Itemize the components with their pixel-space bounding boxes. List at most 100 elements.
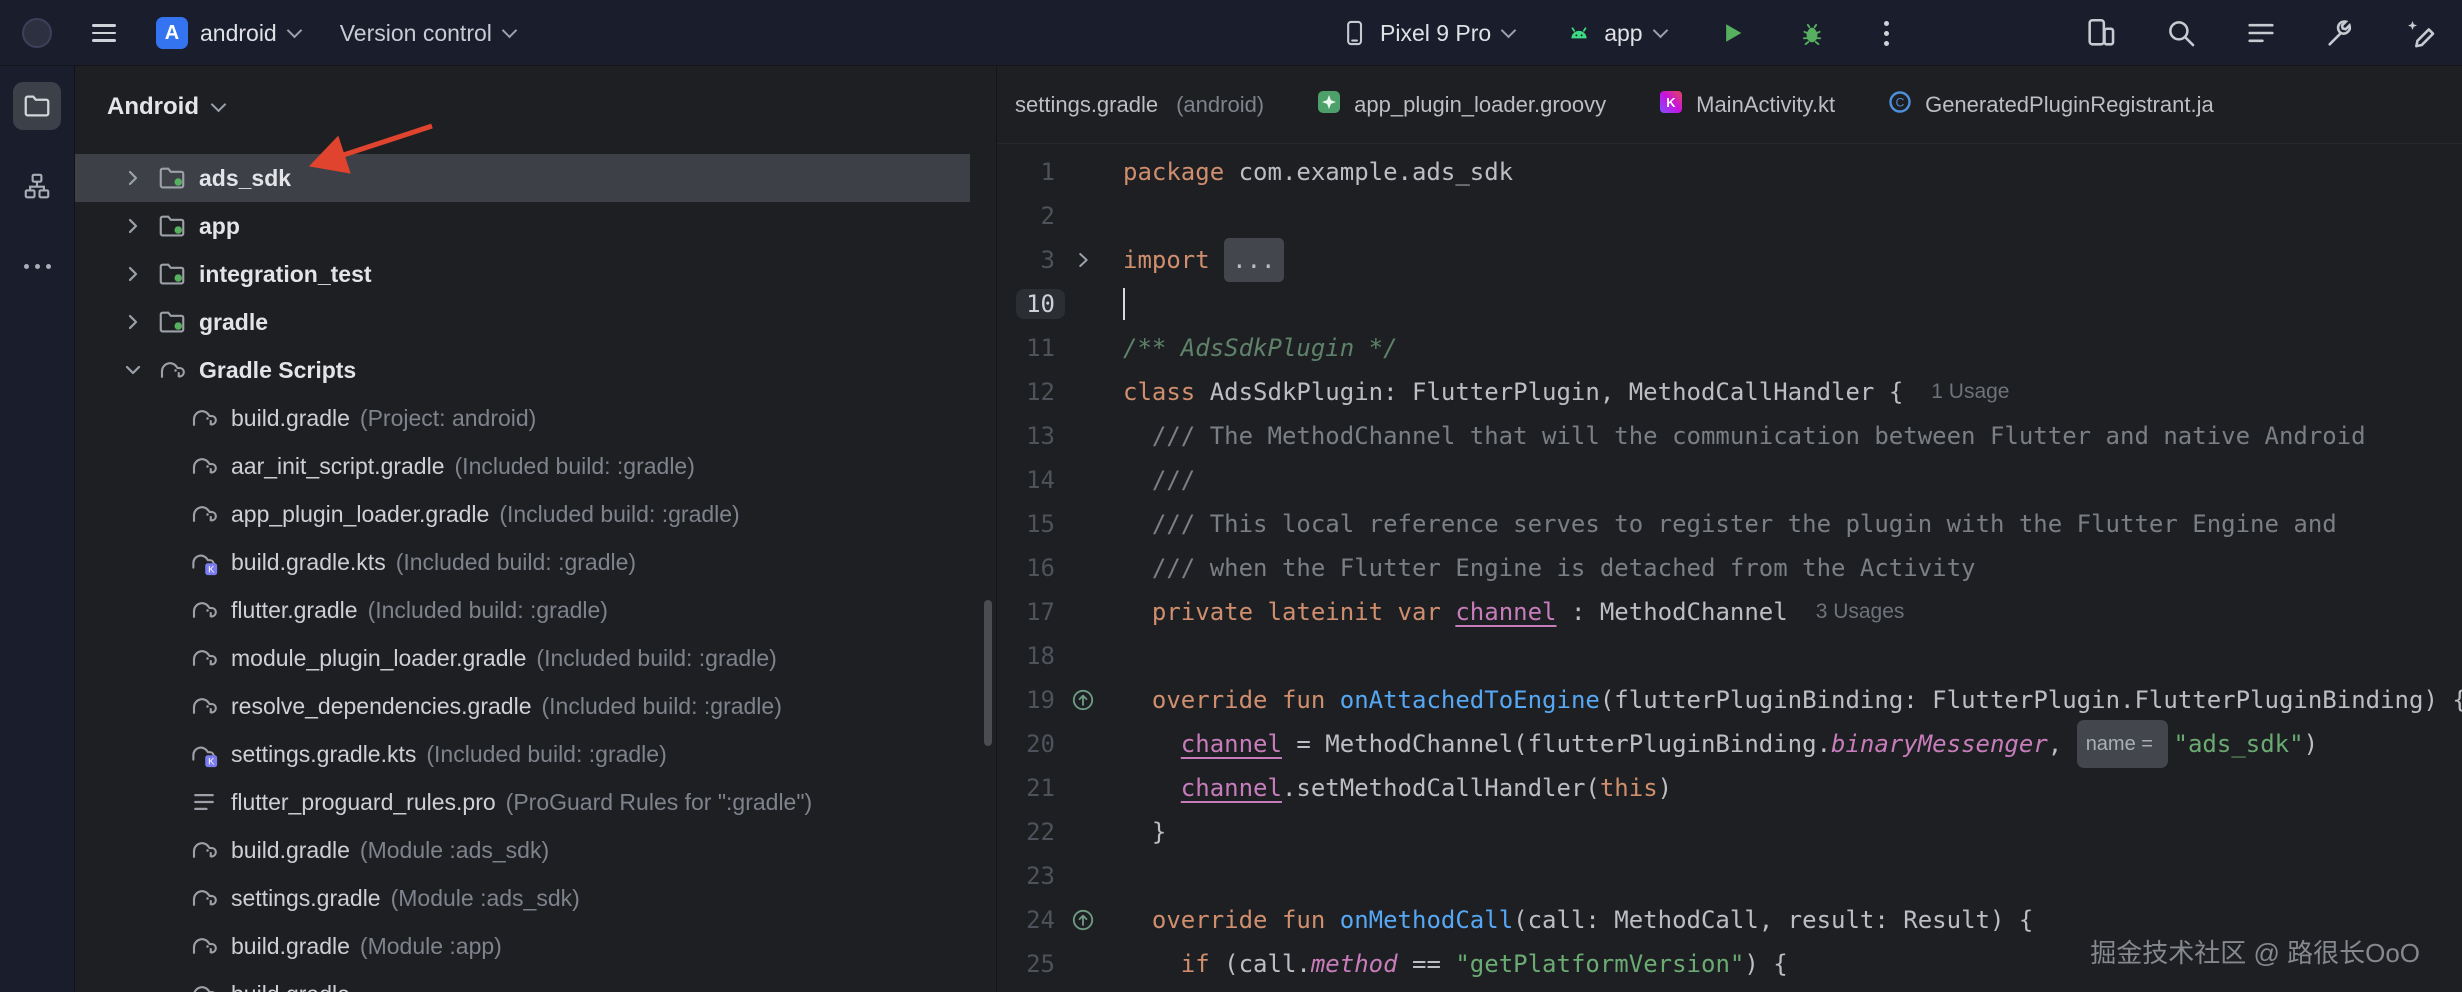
tree-item-build-gradle-module-ads-sdk[interactable]: build.gradle(Module :ads_sdk) <box>75 826 970 874</box>
line-number[interactable]: 16 <box>997 554 1061 582</box>
fold-chevron-icon[interactable] <box>1061 249 1105 271</box>
tree-item-aar-init-script-gradle-included-build-gradle[interactable]: aar_init_script.gradle(Included build: :… <box>75 442 970 490</box>
code-line-20[interactable]: 20 channel = MethodChannel(flutterPlugin… <box>997 722 2462 766</box>
tree-item-integration-test[interactable]: integration_test <box>75 250 970 298</box>
chevron-down-icon[interactable] <box>111 358 155 382</box>
tree-item-build-gradle[interactable]: build.gradle <box>75 970 970 992</box>
line-number[interactable]: 13 <box>997 422 1061 450</box>
code-line-1[interactable]: 1 package com.example.ads_sdk <box>997 150 2462 194</box>
chevron-right-icon[interactable] <box>111 166 155 190</box>
code-text[interactable]: if (call.method == "getPlatformVersion")… <box>1123 942 1788 986</box>
tab-app-plugin-loader-groovy[interactable]: app_plugin_loader.groovy <box>1290 66 1632 144</box>
tab-settings-gradle[interactable]: settings.gradle(android) <box>997 66 1290 144</box>
code-text[interactable]: override fun onAttachedToEngine(flutterP… <box>1123 678 2462 722</box>
tree-item-settings-gradle-kts-included-build-gradle[interactable]: Ksettings.gradle.kts(Included build: :gr… <box>75 730 970 778</box>
tree-item-gradle-scripts[interactable]: Gradle Scripts <box>75 346 970 394</box>
code-line-17[interactable]: 17 private lateinit var channel : Method… <box>997 590 2462 634</box>
structure-tool-window-button[interactable] <box>13 162 61 210</box>
line-number[interactable]: 18 <box>997 642 1061 670</box>
line-number[interactable]: 14 <box>997 466 1061 494</box>
search-button[interactable] <box>2164 16 2198 50</box>
version-control-widget[interactable]: Version control <box>340 20 515 47</box>
tab-generatedpluginregistrant-ja[interactable]: CGeneratedPluginRegistrant.ja <box>1861 66 2240 144</box>
tree-item-build-gradle-project-android[interactable]: build.gradle(Project: android) <box>75 394 970 442</box>
run-button[interactable] <box>1718 19 1746 47</box>
line-number[interactable]: 3 <box>997 246 1061 274</box>
code-text[interactable]: private lateinit var channel : MethodCha… <box>1123 590 1904 634</box>
run-configuration-selector[interactable]: app <box>1566 20 1665 47</box>
more-tool-windows-button[interactable] <box>13 242 61 290</box>
code-text[interactable]: /// The MethodChannel that will the comm… <box>1123 414 2366 458</box>
code-line-12[interactable]: 12 class AdsSdkPlugin: FlutterPlugin, Met… <box>997 370 2462 414</box>
chevron-right-icon[interactable] <box>111 214 155 238</box>
code-line-21[interactable]: 21 channel.setMethodCallHandler(this) <box>997 766 2462 810</box>
code-line-19[interactable]: 19 override fun onAttachedToEngine(flutt… <box>997 678 2462 722</box>
code-text[interactable]: channel = MethodChannel(flutterPluginBin… <box>1123 720 2318 768</box>
code-line-11[interactable]: 11 /** AdsSdkPlugin */ <box>997 326 2462 370</box>
tree-item-flutter-proguard-rules-pro-proguard-rules-for-gradle[interactable]: flutter_proguard_rules.pro(ProGuard Rule… <box>75 778 970 826</box>
project-widget[interactable]: A android <box>156 17 300 49</box>
line-number[interactable]: 11 <box>997 334 1061 362</box>
code-line-13[interactable]: 13 /// The MethodChannel that will the c… <box>997 414 2462 458</box>
line-number[interactable]: 17 <box>997 598 1061 626</box>
debug-button[interactable] <box>1798 19 1826 47</box>
code-text[interactable]: /// <box>1123 458 1195 502</box>
line-number[interactable]: 20 <box>997 730 1061 758</box>
project-tool-window-button[interactable] <box>13 82 61 130</box>
app-inspection-button[interactable] <box>2324 16 2358 50</box>
code-text[interactable]: import ... <box>1123 238 1284 282</box>
line-number[interactable]: 15 <box>997 510 1061 538</box>
code-line-22[interactable]: 22 } <box>997 810 2462 854</box>
tab-mainactivity-kt[interactable]: KMainActivity.kt <box>1632 66 1861 144</box>
code-text[interactable]: /** AdsSdkPlugin */ <box>1123 326 1398 370</box>
code-line-3[interactable]: 3 import ... <box>997 238 2462 282</box>
code-line-14[interactable]: 14 /// <box>997 458 2462 502</box>
code-line-10[interactable]: 10 <box>997 282 2462 326</box>
device-selector[interactable]: Pixel 9 Pro <box>1340 19 1514 47</box>
code-text[interactable]: package com.example.ads_sdk <box>1123 150 1513 194</box>
code-text[interactable]: override fun onMethodCall(call: MethodCa… <box>1123 898 2033 942</box>
code-text[interactable]: } <box>1123 810 1166 854</box>
code-text[interactable]: /// when the Flutter Engine is detached … <box>1123 546 1976 590</box>
project-tree-scrollbar[interactable] <box>984 600 992 746</box>
line-number[interactable]: 1 <box>997 158 1061 186</box>
code-text[interactable]: class AdsSdkPlugin: FlutterPlugin, Metho… <box>1123 370 2009 414</box>
line-number[interactable]: 21 <box>997 774 1061 802</box>
line-number[interactable]: 22 <box>997 818 1061 846</box>
code-text[interactable]: /// This local reference serves to regis… <box>1123 502 2337 546</box>
more-actions-kebab-icon[interactable] <box>1878 21 1895 46</box>
main-menu-burger-icon[interactable] <box>92 24 116 42</box>
line-number[interactable]: 10 <box>997 289 1061 319</box>
device-manager-button[interactable] <box>2084 16 2118 50</box>
override-marker-icon[interactable] <box>1061 687 1105 713</box>
line-number[interactable]: 25 <box>997 950 1061 978</box>
code-text[interactable]: channel.setMethodCallHandler(this) <box>1123 766 1672 810</box>
tree-item-build-gradle-kts-included-build-gradle[interactable]: Kbuild.gradle.kts(Included build: :gradl… <box>75 538 970 586</box>
logcat-button[interactable] <box>2244 16 2278 50</box>
code-line-15[interactable]: 15 /// This local reference serves to re… <box>997 502 2462 546</box>
tree-item-settings-gradle-module-ads-sdk[interactable]: settings.gradle(Module :ads_sdk) <box>75 874 970 922</box>
chevron-right-icon[interactable] <box>111 262 155 286</box>
code-text[interactable] <box>1123 288 1125 320</box>
line-number[interactable]: 23 <box>997 862 1061 890</box>
project-view-selector[interactable]: Android <box>75 66 996 130</box>
gemini-button[interactable] <box>2404 16 2438 50</box>
line-number[interactable]: 2 <box>997 202 1061 230</box>
tree-item-flutter-gradle-included-build-gradle[interactable]: flutter.gradle(Included build: :gradle) <box>75 586 970 634</box>
tree-item-gradle[interactable]: gradle <box>75 298 970 346</box>
code-line-23[interactable]: 23 <box>997 854 2462 898</box>
override-marker-icon[interactable] <box>1061 907 1105 933</box>
tree-item-app[interactable]: app <box>75 202 970 250</box>
tree-item-app-plugin-loader-gradle-included-build-gradle[interactable]: app_plugin_loader.gradle(Included build:… <box>75 490 970 538</box>
code-line-18[interactable]: 18 <box>997 634 2462 678</box>
tree-item-module-plugin-loader-gradle-included-build-gradle[interactable]: module_plugin_loader.gradle(Included bui… <box>75 634 970 682</box>
tree-item-ads-sdk[interactable]: ads_sdk <box>75 154 970 202</box>
code-line-2[interactable]: 2 <box>997 194 2462 238</box>
line-number[interactable]: 12 <box>997 378 1061 406</box>
code-line-16[interactable]: 16 /// when the Flutter Engine is detach… <box>997 546 2462 590</box>
tree-item-build-gradle-module-app[interactable]: build.gradle(Module :app) <box>75 922 970 970</box>
line-number[interactable]: 19 <box>997 686 1061 714</box>
chevron-right-icon[interactable] <box>111 310 155 334</box>
line-number[interactable]: 24 <box>997 906 1061 934</box>
tree-item-resolve-dependencies-gradle-included-build-gradle[interactable]: resolve_dependencies.gradle(Included bui… <box>75 682 970 730</box>
